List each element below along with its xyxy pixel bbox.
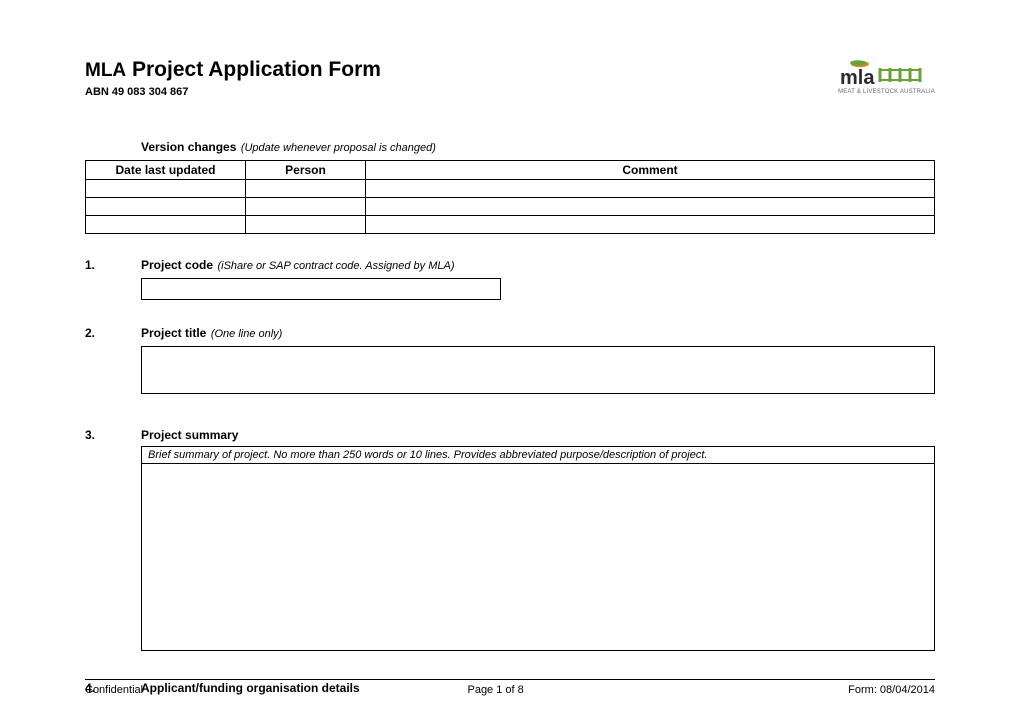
section-number: 2. (85, 326, 141, 340)
mla-logo: mla MEAT & LIVESTOCK AUSTRALIA (838, 58, 935, 95)
title-main: Project Application Form (132, 58, 381, 81)
cell-date[interactable] (86, 198, 246, 216)
svg-text:mla: mla (840, 67, 875, 88)
table-row (86, 198, 935, 216)
version-changes-heading: Version changes (Update whenever proposa… (141, 138, 935, 156)
section-note: (iShare or SAP contract code. Assigned b… (217, 260, 454, 272)
col-person: Person (246, 161, 366, 180)
footer-center: Page 1 of 8 (467, 684, 523, 696)
version-changes-table: Date last updated Person Comment (85, 160, 935, 234)
cell-date[interactable] (86, 180, 246, 198)
section-note: (One line only) (211, 328, 283, 340)
footer-right: Form: 08/04/2014 (848, 684, 935, 696)
section-label: Project title (141, 326, 206, 340)
table-header-row: Date last updated Person Comment (86, 161, 935, 180)
title-prefix: MLA (85, 60, 126, 81)
section-label: Project code (141, 258, 213, 272)
section-2: 2. Project title (One line only) (85, 324, 935, 420)
table-row (86, 216, 935, 234)
cell-person[interactable] (246, 180, 366, 198)
project-code-field[interactable] (141, 278, 501, 300)
col-comment: Comment (366, 161, 935, 180)
cell-comment[interactable] (366, 180, 935, 198)
project-summary-field[interactable] (141, 463, 935, 651)
section-number: 3. (85, 428, 141, 442)
section-label: Project summary (141, 428, 238, 442)
cell-person[interactable] (246, 216, 366, 234)
abn-line: ABN 49 083 304 867 (85, 86, 381, 98)
cell-comment[interactable] (366, 216, 935, 234)
section-number: 1. (85, 258, 141, 272)
vc-label: Version changes (141, 140, 236, 154)
section-3: 3. Project summary Brief summary of proj… (85, 426, 935, 677)
footer: Confidential Page 1 of 8 Form: 08/04/201… (85, 679, 935, 696)
table-row (86, 180, 935, 198)
cell-date[interactable] (86, 216, 246, 234)
page: MLA Project Application Form ABN 49 083 … (0, 0, 1020, 720)
header: MLA Project Application Form ABN 49 083 … (85, 58, 935, 98)
project-title-field[interactable] (141, 346, 935, 394)
logo-subtext: MEAT & LIVESTOCK AUSTRALIA (838, 89, 935, 95)
summary-hint: Brief summary of project. No more than 2… (141, 446, 935, 463)
footer-left: Confidential (85, 684, 143, 696)
cell-comment[interactable] (366, 198, 935, 216)
cell-person[interactable] (246, 198, 366, 216)
footer-rule (85, 679, 935, 680)
section-1: 1. Project code (iShare or SAP contract … (85, 256, 935, 318)
col-date: Date last updated (86, 161, 246, 180)
vc-note: (Update whenever proposal is changed) (241, 142, 436, 154)
page-title: MLA Project Application Form (85, 58, 381, 82)
title-block: MLA Project Application Form ABN 49 083 … (85, 58, 381, 98)
